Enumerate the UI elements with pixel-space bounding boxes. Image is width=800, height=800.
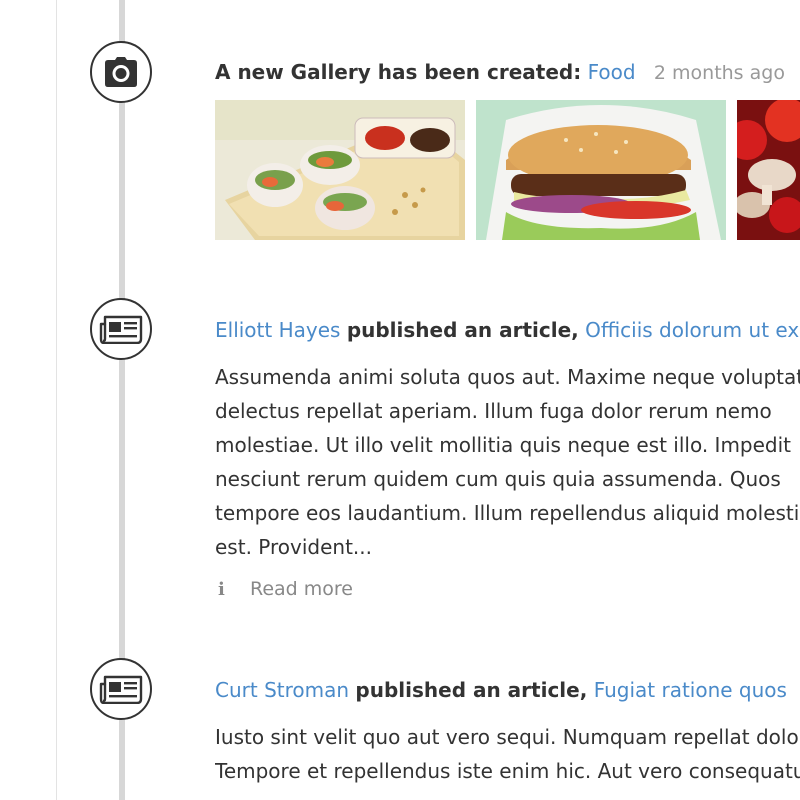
gallery-thumbnail-burger[interactable] — [476, 100, 726, 240]
read-more-label: Read more — [250, 578, 353, 600]
excerpt-line: nesciunt rerum quidem cum quis quia assu… — [215, 467, 781, 491]
excerpt-line: delectus repellat aperiam. Illum fuga do… — [215, 399, 772, 423]
activity-timeline-page: A new Gallery has been created: Food 2 m… — [0, 0, 800, 800]
excerpt-line: est. Provident... — [215, 535, 372, 559]
gallery-thumbnail-spring-rolls[interactable] — [215, 100, 465, 240]
content-left-border — [56, 0, 57, 800]
author-link-elliott[interactable]: Elliott Hayes — [215, 318, 340, 342]
author-link-curt[interactable]: Curt Stroman — [215, 678, 349, 702]
excerpt-line: Assumenda animi soluta quos aut. Maxime … — [215, 365, 800, 389]
gallery-item-header: A new Gallery has been created: Food 2 m… — [215, 60, 785, 84]
article-link-officiis[interactable]: Officiis dolorum ut ex — [585, 318, 799, 342]
info-icon: i — [218, 578, 225, 600]
article-excerpt-1: Assumenda animi soluta quos aut. Maxime … — [215, 360, 800, 564]
excerpt-line: Iusto sint velit quo aut vero sequi. Num… — [215, 725, 800, 749]
article-excerpt-2: Iusto sint velit quo aut vero sequi. Num… — [215, 720, 800, 788]
article-action-text: published an article, — [355, 678, 588, 702]
gallery-item-prefix: A new Gallery has been created: — [215, 60, 582, 84]
article-action-text: published an article, — [346, 318, 579, 342]
camera-icon — [90, 41, 152, 103]
article-link-fugiat[interactable]: Fugiat ratione quos — [594, 678, 787, 702]
article-item-header-2: Curt Stroman published an article, Fugia… — [215, 678, 787, 702]
article-item-header-1: Elliott Hayes published an article, Offi… — [215, 318, 799, 342]
newspaper-icon — [90, 298, 152, 360]
gallery-link[interactable]: Food — [588, 60, 636, 84]
excerpt-line: molestiae. Ut illo velit mollitia quis n… — [215, 433, 792, 457]
gallery-thumbnail-tomatoes[interactable] — [737, 100, 800, 240]
gallery-item-timestamp: 2 months ago — [653, 62, 785, 84]
excerpt-line: tempore eos laudantium. Illum repellendu… — [215, 501, 800, 525]
newspaper-icon — [90, 658, 152, 720]
excerpt-line: Tempore et repellendus iste enim hic. Au… — [215, 759, 800, 783]
read-more-link[interactable]: i Read more — [218, 578, 353, 600]
